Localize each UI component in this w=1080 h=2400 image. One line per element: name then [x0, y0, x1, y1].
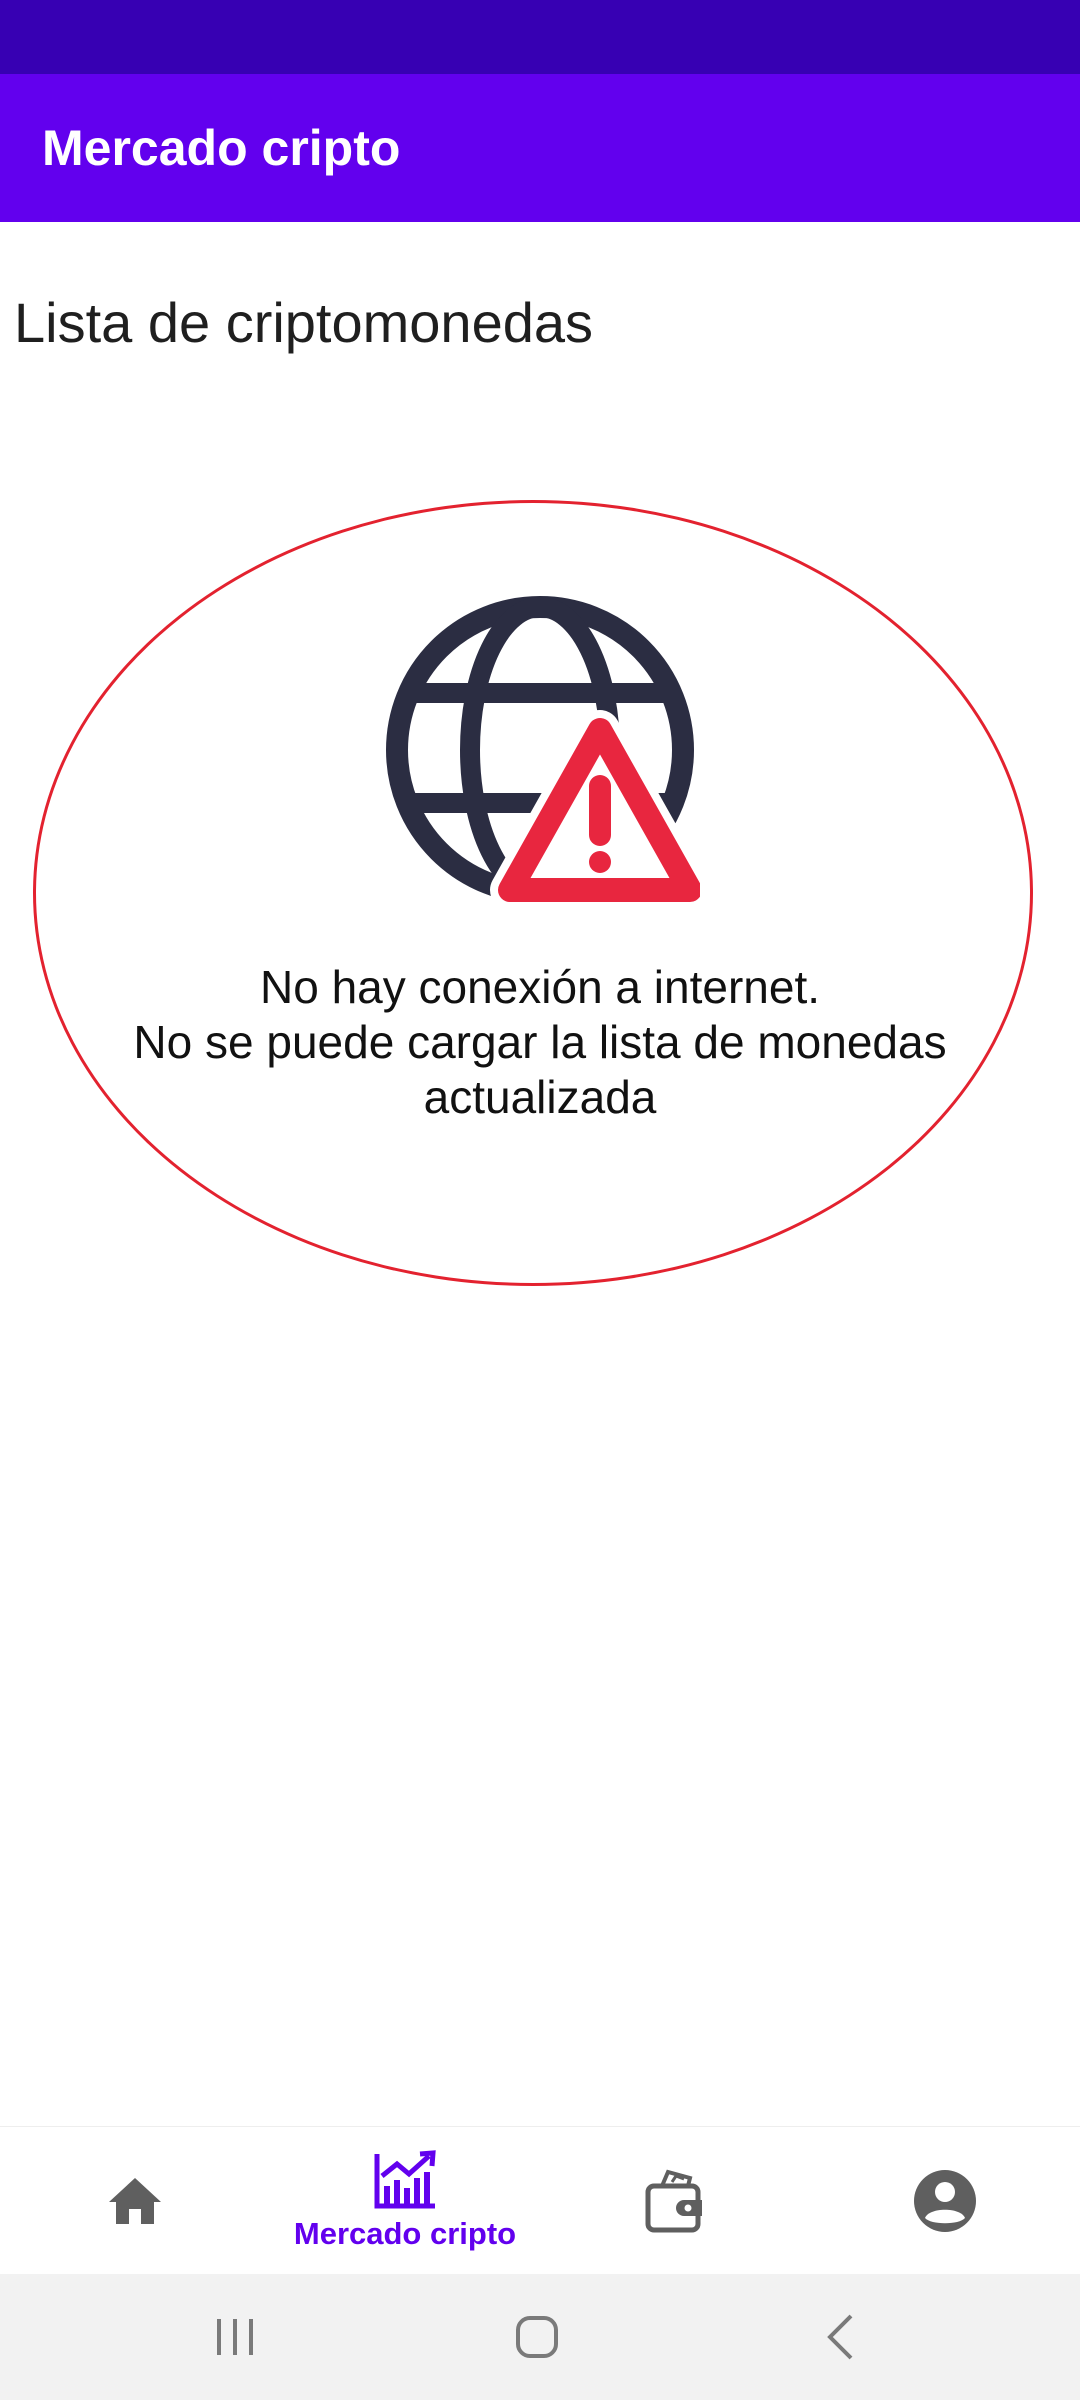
system-home-button[interactable]: [492, 2274, 582, 2400]
status-bar: [0, 0, 1080, 74]
app-title: Mercado cripto: [42, 120, 401, 176]
back-button[interactable]: [795, 2274, 885, 2400]
recent-apps-button[interactable]: [190, 2274, 280, 2400]
home-icon: [109, 2178, 161, 2224]
nav-wallet[interactable]: [620, 2127, 730, 2275]
system-navigation-bar: [0, 2274, 1080, 2400]
wallet-icon: [645, 2169, 702, 2233]
account-icon: [914, 2170, 976, 2232]
globe-warning-icon: [386, 596, 700, 910]
market-chart-icon: [374, 2150, 436, 2209]
nav-account[interactable]: [890, 2127, 1000, 2275]
no-connection-line-1: No hay conexión a internet.: [259, 961, 821, 1013]
nav-home[interactable]: [80, 2127, 190, 2275]
home-button-icon: [516, 2316, 558, 2358]
bottom-navigation: Mercado cripto: [0, 2126, 1080, 2275]
no-connection-line-3: actualizada: [423, 1071, 657, 1123]
nav-market[interactable]: Mercado cripto: [270, 2127, 540, 2275]
app-bar: Mercado cripto: [0, 74, 1080, 222]
page-title: Lista de criptomonedas: [14, 291, 594, 354]
back-icon: [827, 2314, 853, 2360]
recent-apps-icon: [217, 2319, 253, 2355]
nav-market-label: Mercado cripto: [293, 2216, 517, 2251]
no-connection-line-2: No se puede cargar la lista de monedas: [133, 1016, 947, 1068]
no-connection-message: No hay conexión a internet. No se puede …: [40, 960, 1040, 1125]
